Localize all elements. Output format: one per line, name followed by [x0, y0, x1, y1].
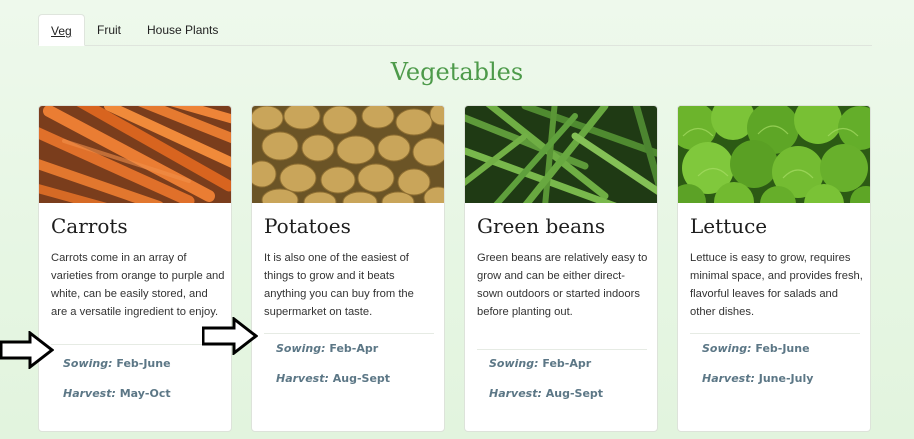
sowing-label: Sowing:	[489, 357, 539, 370]
right-arrow-icon	[0, 331, 54, 369]
card-divider	[477, 349, 647, 350]
card-divider	[51, 344, 221, 345]
card-description: It is also one of the easiest of things …	[264, 252, 414, 318]
sowing-label: Sowing:	[63, 357, 113, 370]
harvest-value: Aug-Sept	[332, 372, 391, 385]
sowing-info: Sowing: Feb-Apr	[276, 342, 378, 355]
card-divider	[690, 333, 860, 334]
sowing-value: Feb-Apr	[329, 342, 379, 355]
sowing-info: Sowing: Feb-Apr	[489, 357, 591, 370]
card-divider	[264, 333, 434, 334]
card-potatoes: Potatoes It is also one of the easiest o…	[251, 105, 445, 432]
sowing-value: Feb-Apr	[542, 357, 592, 370]
sowing-value: Feb-June	[116, 357, 171, 370]
card-description: Lettuce is easy to grow, requires minima…	[690, 252, 863, 318]
tab-house-plants[interactable]: House Plants	[135, 14, 230, 46]
harvest-value: Aug-Sept	[545, 387, 604, 400]
harvest-label: Harvest:	[702, 372, 755, 385]
tab-fruit[interactable]: Fruit	[85, 14, 133, 46]
sowing-label: Sowing:	[276, 342, 326, 355]
card-description: Carrots come in an array of varieties fr…	[51, 252, 225, 318]
right-arrow-icon	[202, 317, 258, 355]
potatoes-image	[252, 106, 444, 203]
harvest-label: Harvest:	[276, 372, 329, 385]
page-title: Vegetables	[390, 58, 524, 86]
card-carrots: Carrots Carrots come in an array of vari…	[38, 105, 232, 432]
harvest-info: Harvest: May-Oct	[63, 387, 171, 400]
tab-bar: Veg Fruit House Plants	[38, 14, 872, 46]
lettuce-image	[678, 106, 870, 203]
card-green-beans: Green beans Green beans are relatively e…	[464, 105, 658, 432]
harvest-label: Harvest:	[63, 387, 116, 400]
harvest-info: Harvest: June-July	[702, 372, 813, 385]
card-description: Green beans are relatively easy to grow …	[477, 252, 648, 318]
tab-veg[interactable]: Veg	[38, 14, 85, 46]
card-title: Lettuce	[690, 214, 768, 238]
card-title: Potatoes	[264, 214, 351, 238]
sowing-info: Sowing: Feb-June	[63, 357, 171, 370]
sowing-value: Feb-June	[755, 342, 810, 355]
card-lettuce: Lettuce Lettuce is easy to grow, require…	[677, 105, 871, 432]
carrots-image	[39, 106, 231, 203]
harvest-info: Harvest: Aug-Sept	[276, 372, 390, 385]
card-title: Carrots	[51, 214, 128, 238]
green-beans-image	[465, 106, 657, 203]
harvest-value: June-July	[758, 372, 814, 385]
harvest-label: Harvest:	[489, 387, 542, 400]
sowing-label: Sowing:	[702, 342, 752, 355]
harvest-value: May-Oct	[119, 387, 171, 400]
card-title: Green beans	[477, 214, 606, 238]
harvest-info: Harvest: Aug-Sept	[489, 387, 603, 400]
sowing-info: Sowing: Feb-June	[702, 342, 810, 355]
